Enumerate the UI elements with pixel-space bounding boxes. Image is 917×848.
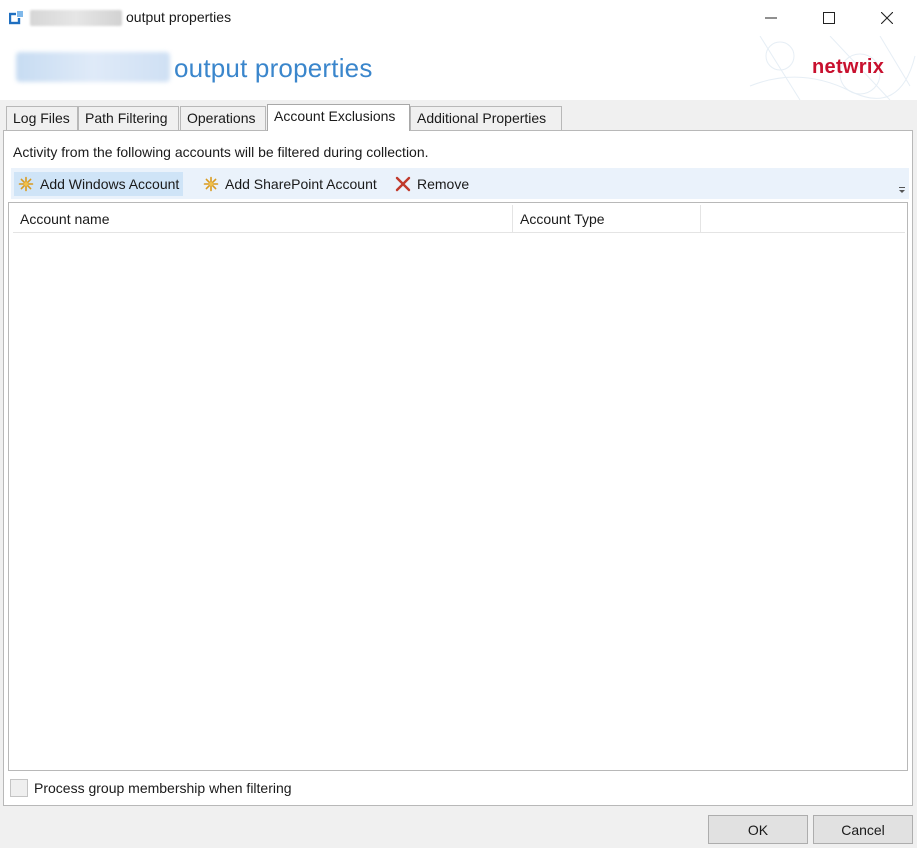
minimize-button[interactable] xyxy=(742,0,800,36)
title-redacted xyxy=(30,10,122,26)
overflow-chevron-icon[interactable] xyxy=(898,186,906,194)
tab-strip: Log Files Path Filtering Operations Acco… xyxy=(0,100,917,131)
column-header-account-type[interactable]: Account Type xyxy=(513,205,701,233)
grid-header: Account name Account Type xyxy=(13,205,905,233)
column-header-account-name[interactable]: Account name xyxy=(13,205,513,233)
app-logo-icon xyxy=(9,10,24,25)
tab-operations[interactable]: Operations xyxy=(180,106,266,130)
maximize-button[interactable] xyxy=(800,0,858,36)
tab-additional-properties[interactable]: Additional Properties xyxy=(410,106,562,130)
tab-log-files[interactable]: Log Files xyxy=(6,106,78,130)
tab-account-exclusions[interactable]: Account Exclusions xyxy=(267,104,410,131)
window-title: output properties xyxy=(126,9,232,25)
accounts-grid[interactable]: Account name Account Type xyxy=(8,202,908,771)
dialog-header: output properties netwrix xyxy=(0,36,917,100)
add-sharepoint-account-label: Add SharePoint Account xyxy=(225,176,377,192)
toolbar: Add Windows Account Add SharePoint Accou… xyxy=(11,168,909,199)
process-group-membership-option[interactable]: Process group membership when filtering xyxy=(10,779,292,797)
close-icon xyxy=(881,12,893,24)
title-bar: output properties xyxy=(0,0,917,36)
add-windows-account-label: Add Windows Account xyxy=(40,176,180,192)
add-windows-account-button[interactable]: Add Windows Account xyxy=(14,172,184,196)
ok-button[interactable]: OK xyxy=(708,815,808,844)
remove-label: Remove xyxy=(417,176,470,192)
header-redacted xyxy=(16,52,170,82)
instruction-text: Activity from the following accounts wil… xyxy=(13,144,429,160)
netwrix-logo: netwrix xyxy=(812,56,885,78)
cancel-button[interactable]: Cancel xyxy=(813,815,913,844)
header-title: output properties xyxy=(174,53,373,83)
sparkle-add-icon xyxy=(18,176,34,192)
minimize-icon xyxy=(765,17,777,19)
tab-path-filtering[interactable]: Path Filtering xyxy=(78,106,179,130)
red-x-remove-icon xyxy=(395,176,411,192)
remove-button[interactable]: Remove xyxy=(391,172,473,196)
process-group-membership-checkbox[interactable] xyxy=(10,779,28,797)
maximize-icon xyxy=(823,12,835,24)
sparkle-add-icon xyxy=(203,176,219,192)
process-group-membership-label: Process group membership when filtering xyxy=(34,780,292,796)
add-sharepoint-account-button[interactable]: Add SharePoint Account xyxy=(199,172,381,196)
account-exclusions-panel: Activity from the following accounts wil… xyxy=(3,130,913,806)
close-button[interactable] xyxy=(858,0,916,36)
